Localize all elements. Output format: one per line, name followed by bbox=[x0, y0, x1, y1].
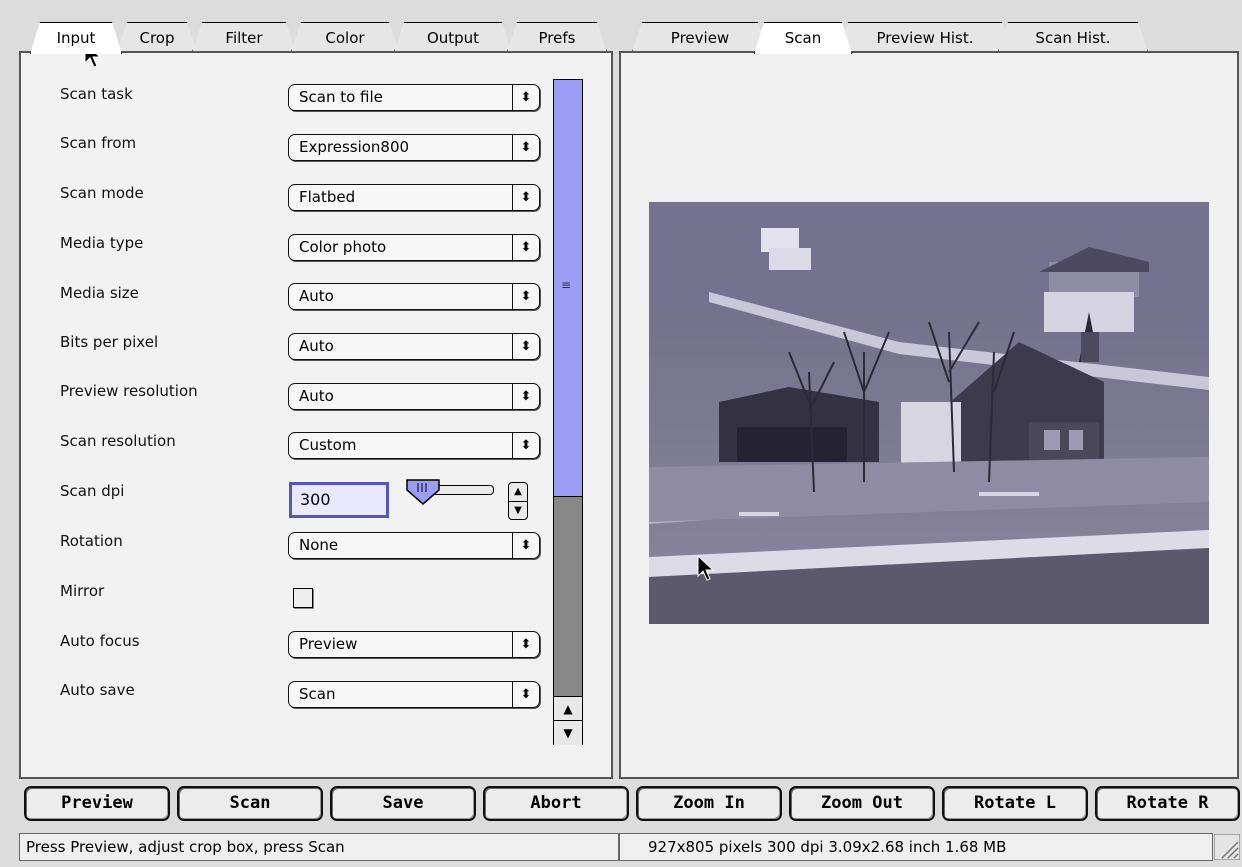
tab-input-label: Input bbox=[56, 29, 96, 47]
tab-filter-label: Filter bbox=[225, 29, 263, 47]
auto-focus-label: Auto focus bbox=[60, 632, 140, 650]
tab-preview-hist-label: Preview Hist. bbox=[876, 29, 974, 47]
bits-per-pixel-value: Auto bbox=[299, 337, 334, 355]
right-tab-bar: Preview Scan Preview Hist. Scan Hist. bbox=[620, 22, 1240, 52]
popup-arrows-icon: ⬍ bbox=[512, 135, 539, 160]
media-size-select[interactable]: Auto ⬍ bbox=[288, 283, 540, 310]
rotate-right-button[interactable]: Rotate R bbox=[1095, 786, 1240, 821]
media-size-value: Auto bbox=[299, 287, 334, 305]
preview-resolution-select[interactable]: Auto ⬍ bbox=[288, 383, 540, 410]
tab-preview-label: Preview bbox=[670, 29, 730, 47]
popup-arrows-icon: ⬍ bbox=[512, 433, 539, 458]
scan-resolution-label: Scan resolution bbox=[60, 432, 176, 450]
tab-output[interactable]: Output bbox=[394, 22, 512, 52]
mirror-checkbox[interactable] bbox=[293, 588, 313, 608]
tab-scan-hist[interactable]: Scan Hist. bbox=[998, 22, 1148, 52]
abort-button[interactable]: Abort bbox=[483, 786, 629, 821]
scan-from-label: Scan from bbox=[60, 134, 137, 152]
resize-grip-icon[interactable] bbox=[1214, 834, 1240, 860]
rotation-label: Rotation bbox=[60, 532, 123, 550]
scan-task-select[interactable]: Scan to file ⬍ bbox=[288, 84, 540, 111]
media-type-label: Media type bbox=[60, 234, 144, 252]
bits-per-pixel-label: Bits per pixel bbox=[60, 333, 159, 351]
scan-mode-label: Scan mode bbox=[60, 184, 144, 202]
mouse-pointer-icon bbox=[697, 555, 715, 581]
scrollbar-grip-icon: ≡ bbox=[561, 278, 572, 292]
scan-dpi-label: Scan dpi bbox=[60, 482, 125, 500]
popup-arrows-icon: ⬍ bbox=[512, 384, 539, 409]
auto-save-label: Auto save bbox=[60, 681, 135, 699]
popup-arrows-icon: ⬍ bbox=[512, 85, 539, 110]
popup-arrows-icon: ⬍ bbox=[512, 533, 539, 558]
left-tab-bar: Input Crop Filter Color Output Prefs bbox=[0, 22, 620, 52]
auto-focus-value: Preview bbox=[299, 635, 358, 653]
scan-resolution-value: Custom bbox=[299, 436, 357, 454]
tab-scan[interactable]: Scan bbox=[754, 22, 852, 54]
scan-mode-select[interactable]: Flatbed ⬍ bbox=[288, 184, 540, 211]
status-message: Press Preview, adjust crop box, press Sc… bbox=[19, 833, 619, 861]
scan-from-value: Expression800 bbox=[299, 138, 410, 156]
tab-output-label: Output bbox=[426, 29, 480, 47]
scanned-photo[interactable] bbox=[649, 202, 1209, 624]
scan-from-select[interactable]: Expression800 ⬍ bbox=[288, 134, 540, 161]
scroll-up-arrow-icon[interactable]: ▲ bbox=[554, 696, 582, 721]
media-type-select[interactable]: Color photo ⬍ bbox=[288, 234, 540, 261]
scroll-down-arrow-icon[interactable]: ▼ bbox=[554, 720, 582, 745]
tab-crop[interactable]: Crop bbox=[117, 22, 197, 52]
save-button[interactable]: Save bbox=[330, 786, 476, 821]
popup-arrows-icon: ⬍ bbox=[512, 185, 539, 210]
scrollbar-thumb[interactable]: ≡ bbox=[554, 80, 582, 497]
zoom-in-button[interactable]: Zoom In bbox=[636, 786, 782, 821]
mirror-label: Mirror bbox=[60, 582, 105, 600]
media-type-value: Color photo bbox=[299, 238, 387, 256]
stepper-up-arrow-icon[interactable]: ▲ bbox=[509, 483, 527, 502]
popup-arrows-icon: ⬍ bbox=[512, 334, 539, 359]
tab-color[interactable]: Color bbox=[291, 22, 399, 52]
tab-crop-label: Crop bbox=[139, 29, 175, 47]
scan-task-label: Scan task bbox=[60, 85, 133, 103]
rotation-value: None bbox=[299, 536, 339, 554]
tab-preview[interactable]: Preview bbox=[632, 22, 768, 52]
tab-input[interactable]: Input bbox=[30, 22, 122, 54]
rotate-left-button[interactable]: Rotate L bbox=[942, 786, 1088, 821]
tab-color-label: Color bbox=[325, 29, 365, 47]
scan-task-value: Scan to file bbox=[299, 88, 383, 106]
scan-mode-value: Flatbed bbox=[299, 188, 356, 206]
tab-prefs-label: Prefs bbox=[538, 29, 576, 47]
tab-scan-hist-label: Scan Hist. bbox=[1035, 29, 1111, 47]
image-info-status: 927x805 pixels 300 dpi 3.09x2.68 inch 1.… bbox=[619, 833, 1213, 861]
popup-arrows-icon: ⬍ bbox=[512, 632, 539, 657]
scan-dpi-input[interactable]: 300 bbox=[289, 482, 389, 518]
media-size-label: Media size bbox=[60, 284, 139, 302]
zoom-out-button[interactable]: Zoom Out bbox=[789, 786, 935, 821]
scan-dpi-slider-thumb[interactable] bbox=[405, 478, 441, 506]
preview-resolution-label: Preview resolution bbox=[60, 382, 198, 400]
preview-resolution-value: Auto bbox=[299, 387, 334, 405]
preview-button[interactable]: Preview bbox=[24, 786, 170, 821]
auto-save-select[interactable]: Scan ⬍ bbox=[288, 681, 540, 708]
popup-arrows-icon: ⬍ bbox=[512, 235, 539, 260]
tab-prefs[interactable]: Prefs bbox=[507, 22, 607, 52]
auto-save-value: Scan bbox=[299, 685, 336, 703]
popup-arrows-icon: ⬍ bbox=[512, 284, 539, 309]
tab-preview-hist[interactable]: Preview Hist. bbox=[838, 22, 1012, 52]
scan-dpi-stepper[interactable]: ▲ ▼ bbox=[508, 482, 528, 520]
popup-arrows-icon: ⬍ bbox=[512, 682, 539, 707]
scan-button[interactable]: Scan bbox=[177, 786, 323, 821]
tab-filter[interactable]: Filter bbox=[192, 22, 296, 52]
auto-focus-select[interactable]: Preview ⬍ bbox=[288, 631, 540, 658]
tab-scan-label: Scan bbox=[784, 29, 822, 47]
stepper-down-arrow-icon[interactable]: ▼ bbox=[509, 502, 527, 520]
rotation-select[interactable]: None ⬍ bbox=[288, 532, 540, 559]
scan-resolution-select[interactable]: Custom ⬍ bbox=[288, 432, 540, 459]
settings-scrollbar[interactable]: ≡ ▲ ▼ bbox=[553, 79, 583, 745]
bits-per-pixel-select[interactable]: Auto ⬍ bbox=[288, 333, 540, 360]
